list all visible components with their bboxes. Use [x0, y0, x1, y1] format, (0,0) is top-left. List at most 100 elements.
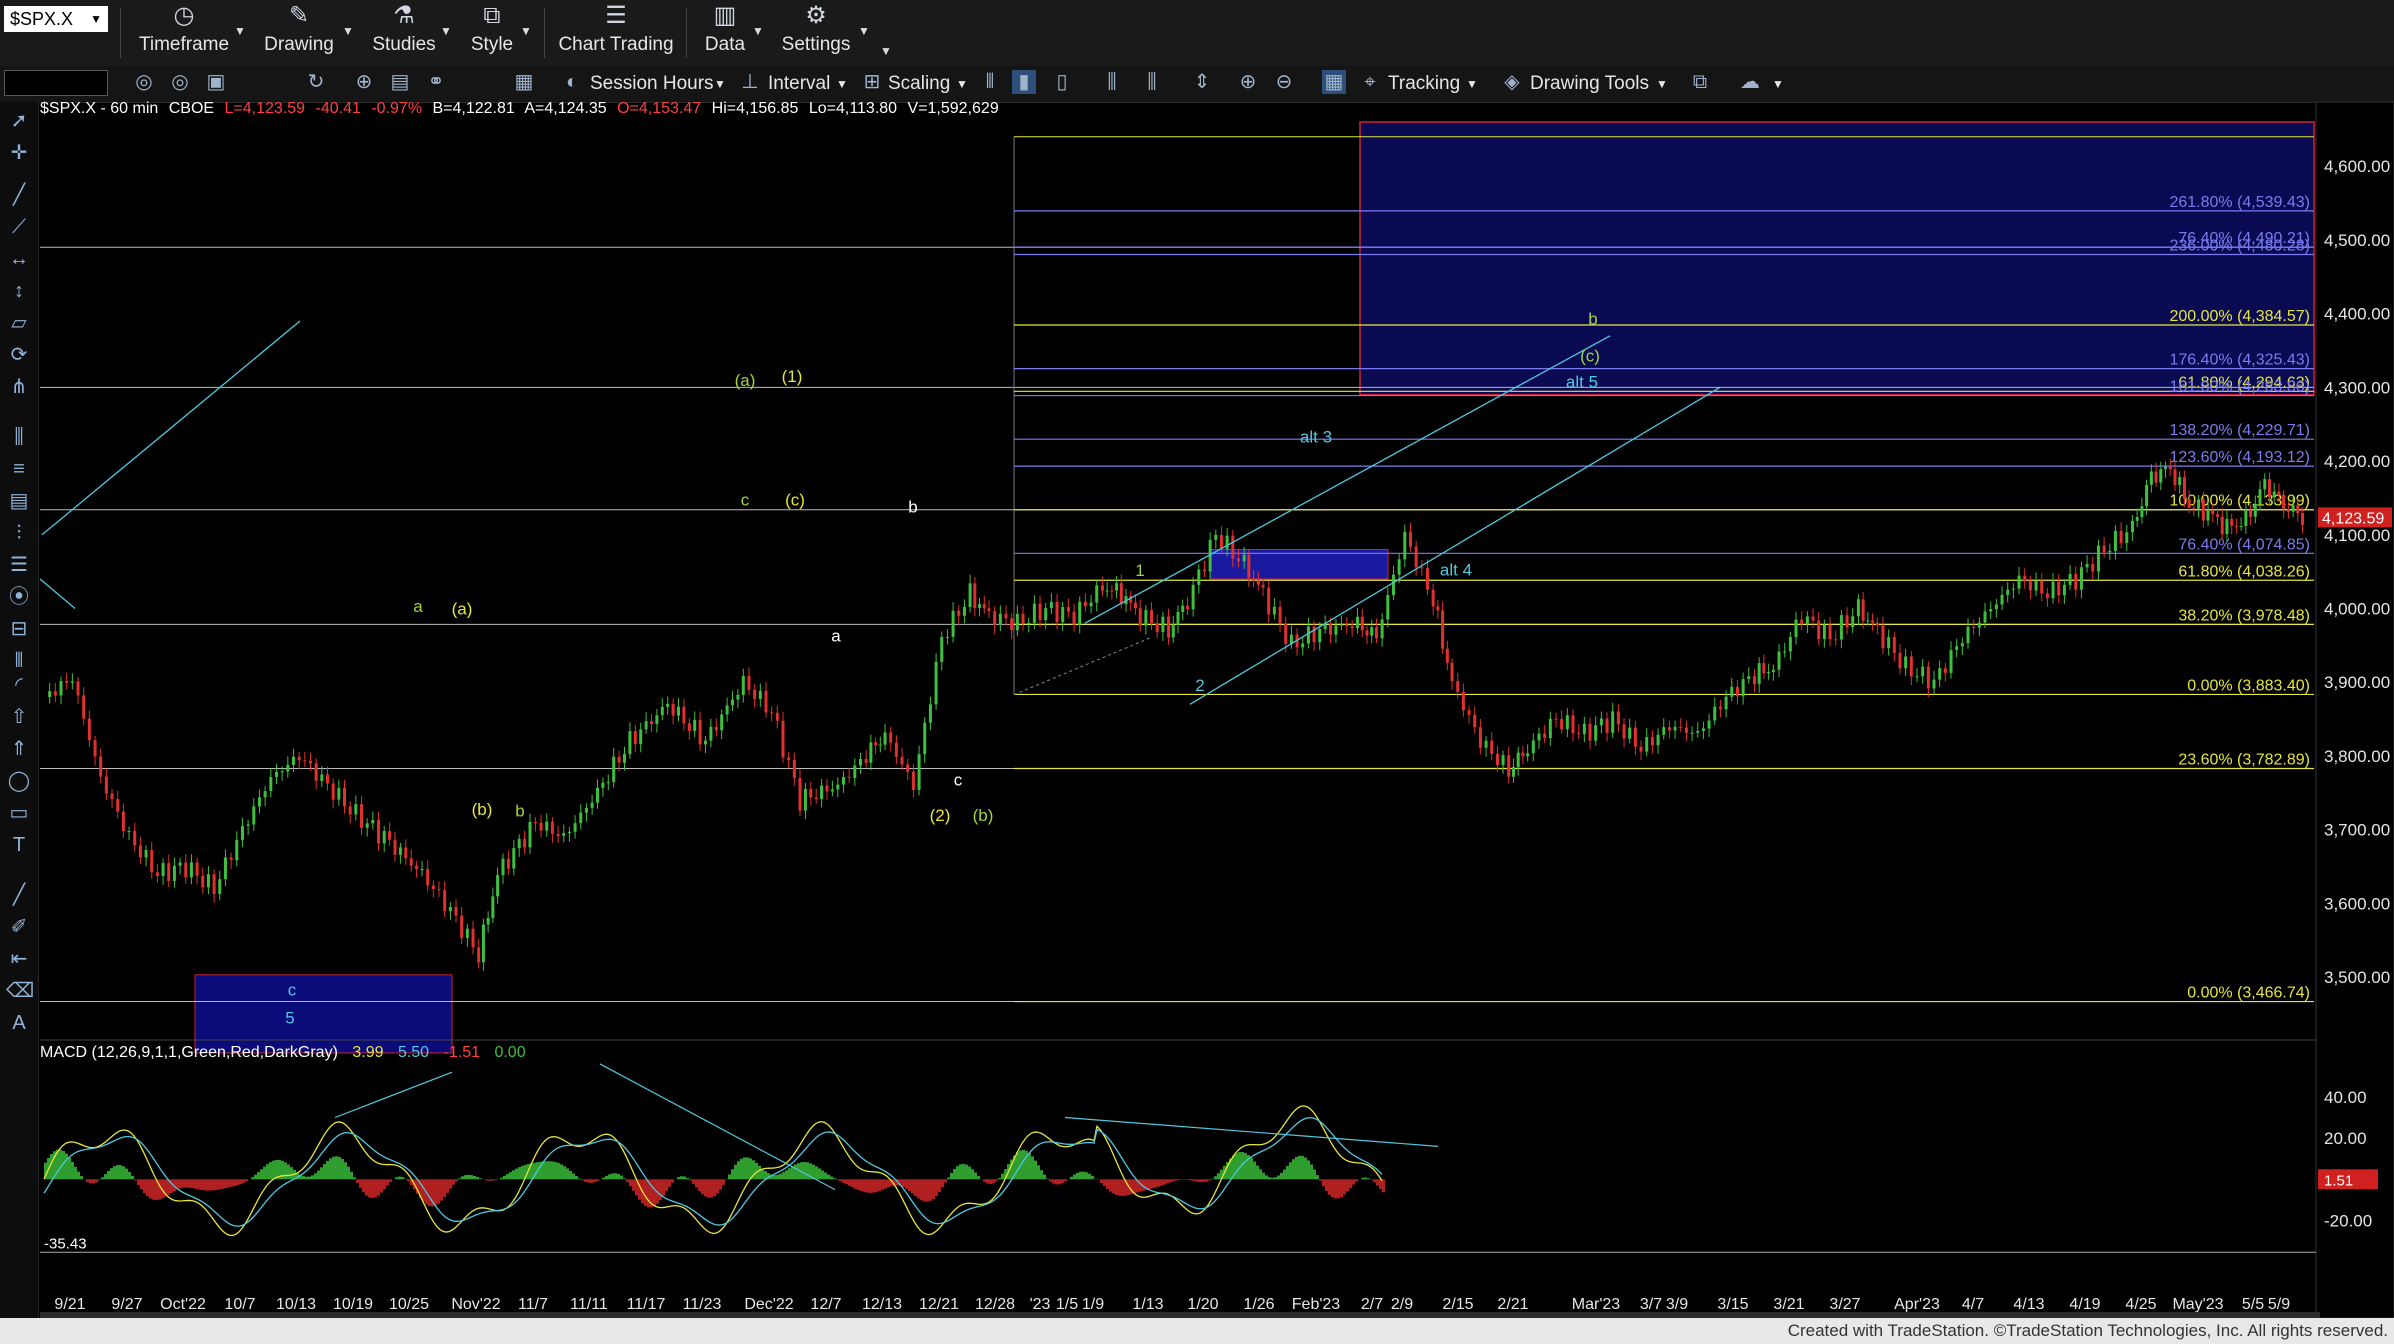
candle-body — [377, 820, 381, 844]
macd-hist-bar — [1058, 1179, 1061, 1185]
candle-body — [121, 811, 125, 832]
candle-body — [809, 788, 813, 798]
candle-body — [1456, 681, 1460, 692]
macd-hist-bar — [512, 1170, 515, 1180]
macd-hist-bar — [518, 1167, 521, 1180]
macd-hist-bar — [1109, 1179, 1112, 1192]
macd-line — [43, 1105, 1383, 1237]
candle-body — [781, 720, 785, 758]
macd-hist-bar — [584, 1179, 587, 1182]
candle-body — [1490, 740, 1494, 754]
candle-body — [528, 821, 532, 848]
candle-body — [286, 764, 290, 772]
macd-hist-bar — [1133, 1179, 1136, 1194]
candle-body — [1339, 624, 1343, 626]
candle-body — [2296, 505, 2300, 514]
macd-label: MACD (12,26,9,1,1,Green,Red,DarkGray) — [40, 1044, 338, 1061]
macd-hist-bar — [1244, 1153, 1247, 1180]
candle-body — [308, 760, 312, 764]
time-tick-label: 11/11 — [570, 1296, 608, 1313]
candle-body — [677, 706, 680, 716]
candle-body — [612, 756, 616, 783]
candle-body — [218, 879, 222, 894]
candle-body — [1611, 711, 1615, 733]
candle-body — [2263, 479, 2267, 490]
macd-hist-bar — [209, 1179, 212, 1191]
candle-body — [1881, 625, 1885, 649]
macd-hist-bar — [65, 1153, 68, 1180]
candle-body — [758, 690, 762, 700]
macd-hist-bar — [92, 1179, 95, 1184]
candle-body — [1256, 580, 1260, 585]
candle-body — [1633, 727, 1637, 747]
macd-hist-bar — [335, 1156, 338, 1180]
candle-body — [1119, 583, 1123, 605]
price-tick-label: 3,500.00 — [2324, 968, 2390, 987]
macd-hist-bar — [1049, 1179, 1052, 1182]
candle-body — [579, 812, 583, 824]
macd-hist-bar — [923, 1179, 926, 1202]
macd-hist-bar — [488, 1179, 491, 1181]
candle-body — [2006, 589, 2010, 595]
bid-price: B=4,122.81 — [432, 100, 515, 117]
macd-hist-bar — [203, 1179, 206, 1191]
macd-hist-bar — [1310, 1164, 1313, 1180]
macd-hist-bar — [257, 1172, 260, 1180]
candle-body — [1696, 731, 1700, 733]
macd-hist-bar — [659, 1179, 662, 1201]
macd-hist-bar — [341, 1158, 344, 1180]
macd-divergence-line — [334, 1071, 453, 1119]
macd-hist-bar — [353, 1177, 356, 1180]
candle-body — [1679, 726, 1683, 728]
macd-hist-bar — [1364, 1177, 1367, 1180]
candle-body — [878, 744, 882, 746]
ask-price: A=4,124.35 — [524, 100, 607, 117]
candle-body — [1915, 676, 1919, 678]
macd-hist-bar — [632, 1179, 635, 1191]
time-tick-label: 2/9 — [1391, 1296, 1413, 1313]
macd-hist-bar — [605, 1175, 608, 1180]
macd-hist-bar — [842, 1179, 845, 1183]
macd-hist-bar — [1325, 1179, 1328, 1192]
candle-body — [650, 721, 653, 724]
macd-hist-bar — [692, 1179, 695, 1184]
macd-hist-bar — [848, 1179, 851, 1186]
macd-hist-bar — [569, 1170, 572, 1180]
footer-bar: Created with TradeStation. ©TradeStation… — [0, 1318, 2394, 1344]
candle-body — [1690, 732, 1694, 734]
candle-body — [1072, 611, 1076, 625]
macd-hist-bar — [224, 1179, 227, 1189]
macd-hist-bar — [128, 1171, 131, 1180]
time-tick-label: 10/25 — [389, 1296, 429, 1313]
candle-body — [1197, 569, 1201, 585]
candle-body — [1834, 639, 1838, 641]
candle-body — [1994, 604, 1998, 610]
macd-hist-bar — [581, 1179, 584, 1181]
candle-body — [556, 833, 560, 836]
macd-hist-bar — [1277, 1175, 1280, 1180]
candle-body — [1171, 624, 1175, 638]
candle-body — [584, 807, 588, 813]
candle-body — [731, 699, 734, 706]
macd-hist-bar — [329, 1158, 332, 1180]
time-tick-label: 12/13 — [862, 1296, 902, 1313]
candle-body — [973, 583, 977, 608]
macd-hist-bar — [995, 1179, 998, 1182]
macd-hist-bar — [1322, 1179, 1325, 1187]
candle-body — [1548, 718, 1552, 738]
macd-hist-bar — [560, 1164, 563, 1180]
candle-body — [1771, 669, 1775, 672]
macd-hist-bar — [1175, 1179, 1178, 1181]
candle-body — [337, 788, 341, 800]
price-tick-label: 4,600.00 — [2324, 157, 2390, 176]
macd-tick-label: 40.00 — [2324, 1088, 2367, 1107]
candle-body — [2286, 509, 2290, 512]
macd-hist-bar — [1211, 1178, 1214, 1180]
candle-body — [1972, 626, 1976, 628]
macd-hist-bar — [182, 1179, 185, 1188]
candle-body — [1225, 535, 1229, 549]
candle-body — [1284, 623, 1288, 645]
candle-body — [1673, 726, 1677, 731]
time-tick-label: 1/20 — [1187, 1296, 1218, 1313]
price-chart[interactable]: 261.80% (4,539.43)76.40% (4,490.21)236.0… — [0, 0, 2394, 1344]
